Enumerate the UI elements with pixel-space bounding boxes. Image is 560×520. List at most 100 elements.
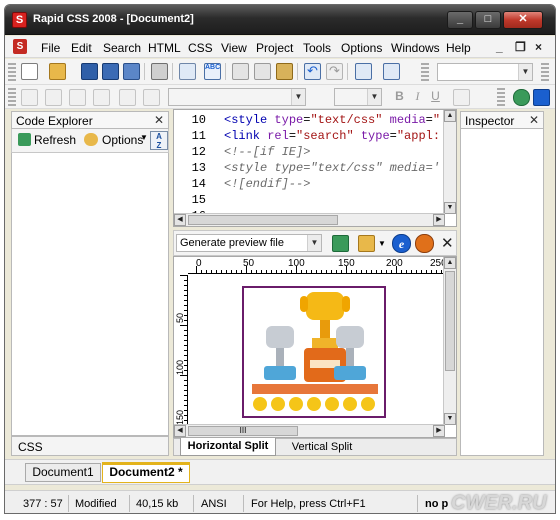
underline-icon[interactable]: U	[427, 89, 444, 106]
chevron-down-icon[interactable]: ▼	[140, 133, 148, 142]
chevron-down-icon[interactable]: ▼	[378, 239, 386, 248]
panels-icon[interactable]	[383, 63, 400, 80]
options-button[interactable]: Options	[102, 133, 143, 147]
preview-horizontal-scrollbar[interactable]: ◀ III ▶	[174, 424, 445, 437]
scroll-thumb[interactable]: III	[188, 426, 298, 436]
scroll-down-icon[interactable]: ▼	[444, 202, 456, 214]
cut-icon[interactable]	[232, 63, 249, 80]
title-bar[interactable]: S Rapid CSS 2008 - [Document2] _ □ ✕	[5, 5, 555, 35]
code-editor[interactable]: 10 <style type="text/css" media=" 11 <li…	[173, 109, 457, 227]
editor-vertical-scrollbar[interactable]: ▲ ▼	[443, 110, 456, 214]
preview-mode-combo[interactable]: Generate preview file ▼	[176, 234, 322, 252]
menu-edit[interactable]: Edit	[71, 41, 92, 55]
mdi-restore-button[interactable]: ❐	[515, 40, 526, 54]
tab-document2[interactable]: Document2 *	[102, 462, 190, 483]
menu-windows[interactable]: Windows	[391, 41, 440, 55]
open-folder-icon[interactable]	[49, 63, 66, 80]
code-line[interactable]: <style type="text/css" media="	[224, 113, 440, 127]
menu-css[interactable]: CSS	[188, 41, 213, 55]
scroll-down-icon[interactable]: ▼	[444, 413, 456, 425]
code-line[interactable]: <![endif]-->	[224, 177, 310, 191]
refresh-preview-icon[interactable]	[332, 235, 349, 252]
editor-horizontal-scrollbar[interactable]: ◀ ▶	[174, 213, 445, 226]
globe-icon[interactable]	[533, 89, 550, 106]
code-line[interactable]: <link rel="search" type="appl:	[224, 129, 440, 143]
property-icon[interactable]	[93, 89, 110, 106]
scroll-right-icon[interactable]: ▶	[433, 425, 445, 437]
menu-options[interactable]: Options	[341, 41, 382, 55]
menu-project[interactable]: Project	[256, 41, 293, 55]
menu-search[interactable]: Search	[103, 41, 141, 55]
redo-icon[interactable]: ↷	[326, 63, 343, 80]
mdi-minimize-button[interactable]: _	[496, 40, 503, 54]
chevron-down-icon[interactable]: ▼	[518, 64, 532, 80]
sort-az-icon[interactable]: AZ	[150, 131, 168, 150]
layout-icon[interactable]	[355, 63, 372, 80]
tab-horizontal-split[interactable]: Horizontal Split	[180, 438, 276, 456]
toolbar-grip[interactable]	[497, 88, 505, 106]
toolbar-grip[interactable]	[421, 63, 429, 81]
scroll-left-icon[interactable]: ◀	[174, 214, 186, 226]
menu-tools[interactable]: Tools	[303, 41, 331, 55]
scroll-left-icon[interactable]: ◀	[174, 425, 186, 437]
network-icon[interactable]	[513, 89, 530, 106]
new-file-icon[interactable]	[21, 63, 38, 80]
code-line[interactable]: <!--[if IE]>	[224, 145, 310, 159]
preview-pane[interactable]: 0 50 100 150 200 250 50 100 150 ▲ ▼ ◀ II…	[173, 256, 457, 438]
close-preview-icon[interactable]: ✕	[441, 234, 454, 252]
inspector-close-icon[interactable]: ✕	[529, 113, 539, 127]
code-explorer-close-icon[interactable]: ✕	[154, 113, 164, 127]
save-as-icon[interactable]	[123, 63, 140, 80]
tab-document1[interactable]: Document1	[25, 463, 101, 482]
code-explorer-tree[interactable]	[11, 153, 169, 436]
align-icon[interactable]	[453, 89, 470, 106]
toolbar-grip[interactable]	[8, 88, 16, 106]
scroll-right-icon[interactable]: ▶	[433, 214, 445, 226]
scroll-up-icon[interactable]: ▲	[444, 257, 456, 269]
toolbar-grip[interactable]	[541, 63, 549, 81]
internet-explorer-icon[interactable]: e	[392, 234, 411, 253]
comment-icon[interactable]	[143, 89, 160, 106]
at-rule-icon[interactable]	[119, 89, 136, 106]
scroll-up-icon[interactable]: ▲	[444, 110, 456, 122]
scroll-thumb[interactable]	[445, 271, 455, 371]
chevron-down-icon[interactable]: ▼	[367, 89, 381, 105]
font-family-combo[interactable]: ▼	[168, 88, 306, 106]
gear-icon[interactable]	[84, 133, 98, 146]
code-explorer-footer[interactable]: CSS	[11, 436, 169, 456]
chevron-down-icon[interactable]: ▼	[307, 235, 321, 251]
code-line[interactable]: <style type="text/css" media='	[224, 161, 440, 175]
font-size-combo[interactable]: ▼	[334, 88, 382, 106]
print-icon[interactable]	[151, 63, 168, 80]
bold-icon[interactable]: B	[391, 89, 408, 106]
close-button[interactable]: ✕	[503, 11, 543, 29]
preview-icon[interactable]	[179, 63, 196, 80]
refresh-button[interactable]: Refresh	[34, 133, 76, 147]
save-icon[interactable]	[81, 63, 98, 80]
spellcheck-icon[interactable]: ABC	[204, 63, 221, 80]
menu-view[interactable]: View	[221, 41, 247, 55]
tab-vertical-split[interactable]: Vertical Split	[282, 440, 362, 456]
firefox-icon[interactable]	[415, 234, 434, 253]
maximize-button[interactable]: □	[475, 11, 501, 29]
save-all-icon[interactable]	[102, 63, 119, 80]
preview-settings-icon[interactable]	[358, 235, 375, 252]
scroll-thumb[interactable]	[188, 215, 338, 225]
preview-vertical-scrollbar[interactable]: ▲ ▼	[443, 257, 456, 425]
mdi-close-button[interactable]: ×	[535, 40, 542, 54]
menu-html[interactable]: HTML	[148, 41, 181, 55]
paste-icon[interactable]	[276, 63, 293, 80]
italic-icon[interactable]: I	[409, 89, 426, 106]
chevron-down-icon[interactable]: ▼	[291, 89, 305, 105]
undo-icon[interactable]: ↶	[304, 63, 321, 80]
selector-icon[interactable]	[69, 89, 86, 106]
block-icon[interactable]	[45, 89, 62, 106]
brace-icon[interactable]	[21, 89, 38, 106]
document-menu-icon[interactable]: S	[13, 39, 27, 54]
css-tab-label[interactable]: CSS	[18, 440, 43, 454]
copy-icon[interactable]	[254, 63, 271, 80]
menu-help[interactable]: Help	[446, 41, 471, 55]
minimize-button[interactable]: _	[447, 11, 473, 29]
menu-file[interactable]: File	[41, 41, 60, 55]
inspector-panel[interactable]	[460, 129, 544, 456]
